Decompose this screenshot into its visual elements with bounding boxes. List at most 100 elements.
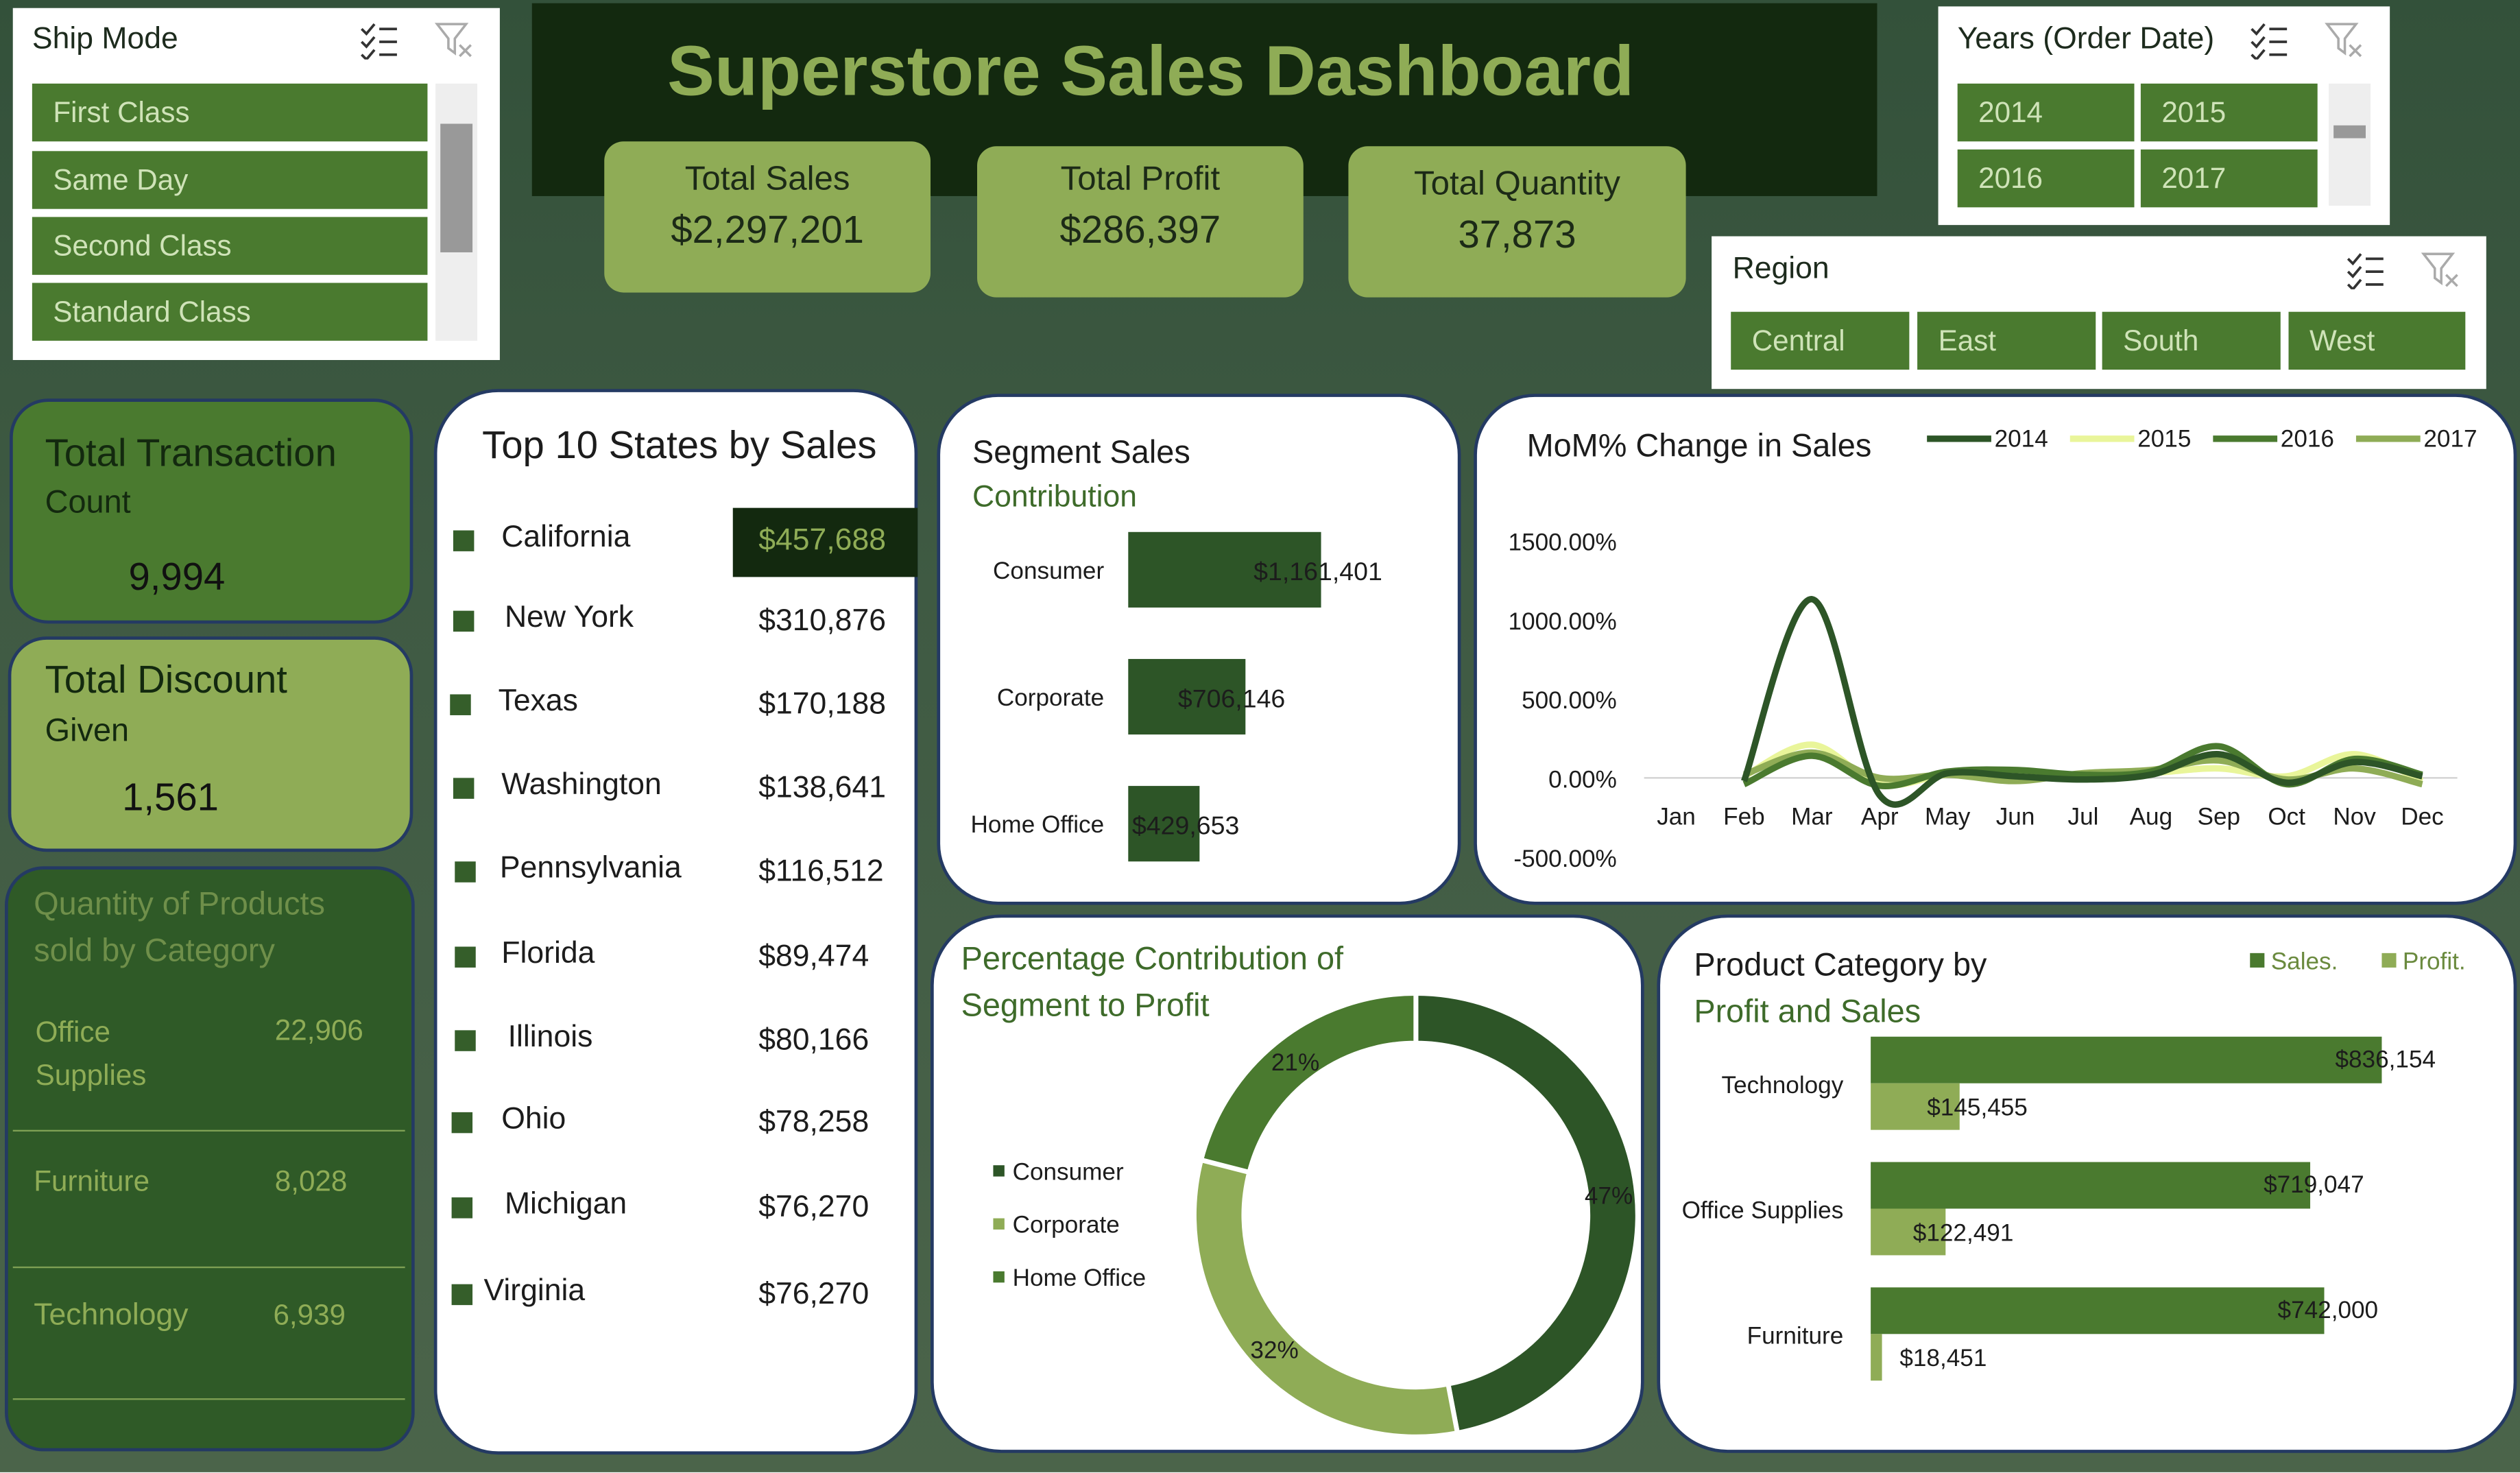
y-tick-label: 1500.00% <box>1509 529 1617 556</box>
x-tick-label: Jun <box>1996 803 2035 830</box>
x-tick-label: Dec <box>2401 803 2444 830</box>
clear-filter-icon[interactable] <box>2324 21 2366 59</box>
segment-profit-card: Percentage Contribution of Segment to Pr… <box>931 914 1644 1453</box>
state-sales: $138,641 <box>758 771 886 806</box>
region-slicer: Region Central East South West <box>1712 236 2486 390</box>
legend-label: 2016 <box>2281 426 2334 453</box>
segment-sales-card: Segment Sales Contribution Consumer $1,16… <box>937 394 1461 905</box>
total-quantity-card: Total Quantity 37,873 <box>1348 146 1686 298</box>
x-tick-label: Sep <box>2198 803 2241 830</box>
legend-swatch <box>993 1271 1005 1283</box>
state-sales: $457,688 <box>758 524 886 558</box>
state-name: Ohio <box>501 1102 566 1137</box>
state-sales: $89,474 <box>758 940 869 974</box>
state-name: California <box>501 520 631 555</box>
state-row: Michigan $76,270 <box>437 1182 920 1246</box>
category-name-furniture: Furniture <box>34 1165 150 1198</box>
y-tick-label: 0.00% <box>1548 766 1617 793</box>
multi-select-icon[interactable] <box>2345 251 2387 289</box>
state-name: Virginia <box>483 1274 586 1308</box>
category-name-line1: Office <box>35 1016 110 1049</box>
ship-mode-same-day[interactable]: Same Day <box>32 151 428 209</box>
total-profit-value: $286,397 <box>1059 208 1221 252</box>
year-2015[interactable]: 2015 <box>2140 83 2318 142</box>
year-2016[interactable]: 2016 <box>1957 149 2135 208</box>
total-sales-card: Total Sales $2,297,201 <box>604 141 931 293</box>
sales-data-label: $836,154 <box>2335 1046 2436 1073</box>
ship-mode-standard-class[interactable]: Standard Class <box>32 283 428 341</box>
segment-sales-data-label: $706,146 <box>1178 684 1285 712</box>
mom-change-chart: MoM% Change in Sales 2014 2015 2016 2017 150… <box>1509 426 2477 872</box>
legend-square <box>453 778 475 799</box>
category-card: Product Category by Profit and Sales Sal… <box>1657 914 2517 1453</box>
region-west[interactable]: West <box>2288 311 2466 370</box>
state-name: Florida <box>501 937 595 971</box>
state-row: Pennsylvania $116,512 <box>437 846 920 910</box>
state-sales: $170,188 <box>758 688 886 722</box>
transactions-value: 9,994 <box>128 555 226 600</box>
profit-data-label: $145,455 <box>1927 1094 2028 1121</box>
state-sales: $76,270 <box>758 1190 869 1225</box>
total-quantity-value: 37,873 <box>1458 213 1576 257</box>
clear-filter-icon[interactable] <box>434 21 476 59</box>
donut-slice-corporate <box>1191 1157 1461 1439</box>
transactions-title: Total Transaction <box>45 432 337 476</box>
donut-data-label: 47% <box>1585 1182 1633 1209</box>
quantity-title-line1: Quantity of Products <box>34 887 325 923</box>
state-name: New York <box>504 601 634 635</box>
discount-subtitle: Given <box>45 713 130 750</box>
category-title-line2: Profit and Sales <box>1694 994 1921 1029</box>
x-tick-label: Aug <box>2130 803 2173 830</box>
scrollbar-thumb[interactable] <box>2333 125 2366 139</box>
category-axis-label: Technology <box>1722 1072 1844 1099</box>
state-sales: $116,512 <box>758 854 884 889</box>
scrollbar-thumb[interactable] <box>440 123 473 252</box>
total-quantity-label: Total Quantity <box>1414 165 1620 203</box>
legend-swatch <box>2381 953 2397 968</box>
x-tick-label: Jul <box>2068 803 2099 830</box>
legend-label: Sales. <box>2271 948 2338 974</box>
clear-filter-icon[interactable] <box>2421 251 2462 289</box>
year-2014[interactable]: 2014 <box>1957 83 2135 142</box>
category-title-line1: Product Category by <box>1694 947 1987 983</box>
ship-mode-second-class[interactable]: Second Class <box>32 217 428 275</box>
sales-bar <box>1871 1036 2382 1083</box>
multi-select-icon[interactable] <box>2248 21 2290 60</box>
years-scrollbar[interactable] <box>2329 83 2371 206</box>
category-value-technology: 6,939 <box>273 1298 346 1331</box>
y-tick-label: 500.00% <box>1522 687 1617 714</box>
quantity-by-category-card: Quantity of Products sold by Category Of… <box>5 866 415 1452</box>
sales-data-label: $742,000 <box>2278 1297 2379 1324</box>
donut-slice-home-office <box>1198 990 1419 1175</box>
legend-label: 2017 <box>2423 426 2477 453</box>
segment-sales-title: Segment Sales <box>972 434 1190 470</box>
segment-profit-title-line2: Segment to Profit <box>961 987 1210 1022</box>
legend-square <box>450 694 471 715</box>
state-name: Texas <box>498 684 578 719</box>
ship-mode-scrollbar[interactable] <box>435 83 478 341</box>
legend-square <box>451 1197 473 1219</box>
multi-select-icon[interactable] <box>359 21 400 60</box>
region-central[interactable]: Central <box>1731 311 1910 370</box>
dashboard: Ship Mode First Class Same Day Second Cl… <box>0 0 2520 1472</box>
segment-sales-chart: Segment Sales Contribution Consumer $1,16… <box>971 434 1382 862</box>
region-south[interactable]: South <box>2102 311 2281 370</box>
year-2017[interactable]: 2017 <box>2140 149 2318 208</box>
segment-sales-data-label: $429,653 <box>1132 811 1239 839</box>
region-east[interactable]: East <box>1917 311 2096 370</box>
transactions-subtitle: Count <box>45 485 131 521</box>
category-value-office-supplies: 22,906 <box>274 1014 363 1046</box>
quantity-by-category-title: Quantity of Products sold by Category <box>34 883 325 976</box>
legend-label: Home Office <box>1013 1265 1147 1291</box>
x-tick-label: Jan <box>1657 803 1696 830</box>
legend-swatch <box>993 1218 1005 1230</box>
state-sales: $80,166 <box>758 1023 869 1058</box>
discount-title: Total Discount <box>45 658 287 703</box>
ship-mode-first-class[interactable]: First Class <box>32 83 428 142</box>
legend-square <box>451 1284 473 1306</box>
legend-square <box>453 530 475 551</box>
category-name-technology: Technology <box>34 1298 189 1332</box>
segment-sales-data-label: $1,161,401 <box>1253 557 1382 586</box>
legend-swatch <box>2250 953 2265 968</box>
total-sales-value: $2,297,201 <box>671 208 864 252</box>
